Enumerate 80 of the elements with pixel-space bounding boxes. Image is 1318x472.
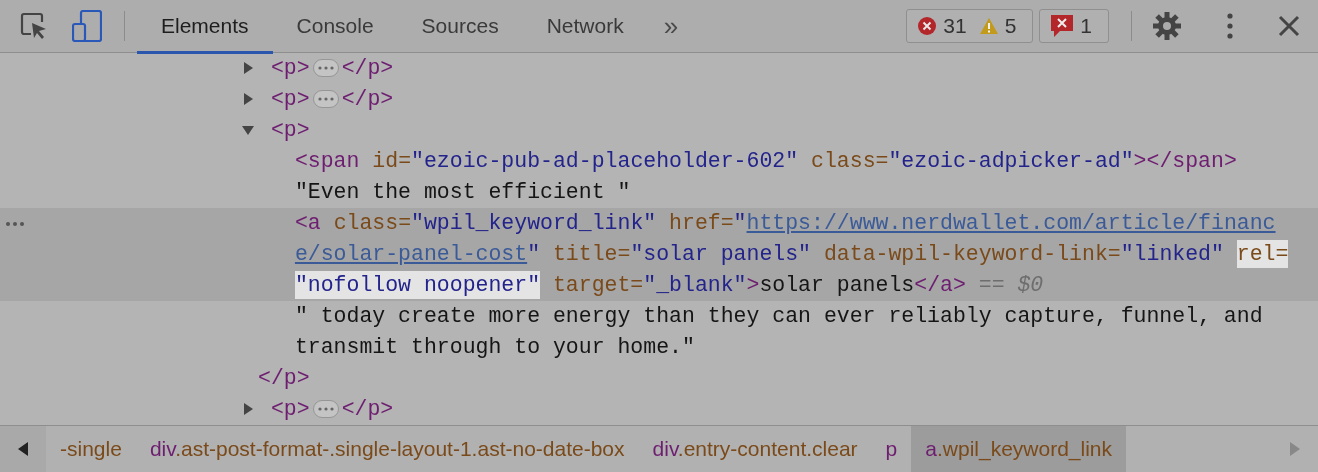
dom-node-row[interactable]: <p> </p> — [0, 84, 1318, 115]
dom-node-row[interactable]: <span id="ezoic-pub-ad-placeholder-602" class="ezoic-adpicker-ad"></span> — [0, 146, 1318, 177]
attribute-name: title= — [552, 242, 631, 266]
right-triangle-icon — [1290, 442, 1300, 456]
issue-count: 1 — [1080, 14, 1092, 38]
close-icon[interactable] — [1278, 15, 1300, 37]
text-string: transmit through to your home." — [294, 335, 695, 359]
attribute-value: "_blank" — [643, 273, 747, 297]
attribute-name: id= — [372, 149, 412, 173]
html-tag: </p> — [341, 56, 394, 80]
more-tabs-button[interactable]: » — [647, 10, 695, 42]
panel-tab[interactable]: Elements — [137, 1, 273, 54]
warning-icon — [978, 17, 999, 35]
html-tag: </p> — [258, 366, 310, 390]
inspect-cursor-icon[interactable] — [20, 12, 48, 40]
collapsed-triangle-icon[interactable] — [242, 403, 254, 415]
breadcrumb-item[interactable]: a.wpil_keyword_link — [911, 426, 1127, 472]
url-link[interactable]: https://www.nerdwallet.com/article/financ — [746, 211, 1276, 235]
dom-node-row[interactable]: "Even the most efficient " — [0, 177, 1318, 208]
attribute-value: " — [733, 211, 747, 235]
attribute-value: "nofollow noopener" — [294, 271, 541, 299]
ellipsis-icon[interactable] — [5, 221, 25, 227]
attribute-name: target= — [552, 273, 644, 297]
collapsed-triangle-icon[interactable] — [242, 62, 254, 74]
html-tag: </p> — [341, 87, 394, 111]
collapsed-triangle-icon[interactable] — [242, 93, 254, 105]
dom-node-row[interactable]: <p> </p> — [0, 53, 1318, 84]
breadcrumb-item[interactable]: div.ast-post-format-.single-layout-1.ast-no-date-box — [135, 426, 639, 472]
html-tag: ></span> — [1133, 149, 1237, 173]
settings-icon[interactable] — [1152, 11, 1182, 41]
issue-flag-icon — [1050, 14, 1075, 38]
html-tag: > — [746, 273, 760, 297]
ellipsis-icon[interactable] — [312, 59, 339, 78]
attribute-name: class= — [333, 211, 412, 235]
attribute-value: " — [527, 242, 541, 266]
panel-tab[interactable]: Network — [522, 1, 648, 54]
selected-node-row[interactable] — [0, 208, 1318, 301]
url-link[interactable]: e/solar-panel-cost — [294, 242, 528, 266]
console-counts-badge[interactable]: 31 5 — [906, 9, 1034, 43]
attribute-value: "wpil_keyword_link" — [411, 211, 657, 235]
dom-node-row[interactable]: <p> — [0, 115, 1318, 146]
dom-node-row[interactable]: <p> </p> — [0, 394, 1318, 425]
issues-badge[interactable]: 1 — [1039, 9, 1109, 43]
more-options-icon[interactable] — [1226, 13, 1234, 39]
text-string: solar panels — [759, 273, 915, 297]
attribute-value: "linked" — [1120, 242, 1224, 266]
attribute-name: data-wpil-keyword-link= — [823, 242, 1121, 266]
html-tag: </a> — [914, 273, 966, 297]
attribute-name: rel= — [1236, 240, 1289, 268]
panel-tab[interactable]: Sources — [397, 1, 523, 54]
breadcrumb-item[interactable]: p — [871, 426, 912, 472]
selection-marker: == — [978, 273, 1005, 297]
attribute-value: "ezoic-adpicker-ad" — [888, 149, 1134, 173]
html-tag: <p> — [270, 118, 310, 142]
breadcrumb-item[interactable]: -single — [46, 426, 136, 472]
html-tag: <span — [294, 149, 360, 173]
error-count: 31 — [943, 14, 967, 38]
html-tag: <p> — [270, 56, 310, 80]
ellipsis-icon[interactable] — [312, 400, 339, 419]
dom-node-row[interactable]: " today create more energy than they can ever reliably capture, funnel, and transmit through to your home." — [0, 301, 1318, 363]
ellipsis-icon[interactable] — [312, 90, 339, 109]
left-triangle-icon — [18, 442, 28, 456]
attribute-value: "ezoic-pub-ad-placeholder-602" — [411, 149, 799, 173]
attribute-name: class= — [811, 149, 889, 173]
scroll-left-button[interactable] — [0, 426, 46, 472]
expanded-triangle-icon[interactable] — [242, 124, 254, 136]
text-string: " today create more energy than they can ever reliably capture, funnel, and — [294, 304, 1263, 328]
breadcrumb-item[interactable]: div.entry-content.clear — [638, 426, 872, 472]
html-tag: <p> — [270, 397, 310, 421]
html-tag: </p> — [341, 397, 394, 421]
selection-variable: $0 — [1017, 273, 1044, 297]
text-string: "Even the most efficient " — [294, 180, 631, 204]
warning-count: 5 — [1004, 14, 1017, 38]
error-icon — [917, 16, 938, 36]
attribute-name: href= — [669, 211, 734, 235]
device-icon[interactable] — [72, 10, 102, 42]
attribute-value: "solar panels" — [630, 242, 812, 266]
html-tag: <a — [294, 211, 321, 235]
html-tag: <p> — [270, 87, 310, 111]
panel-tab[interactable]: Console — [272, 1, 398, 54]
